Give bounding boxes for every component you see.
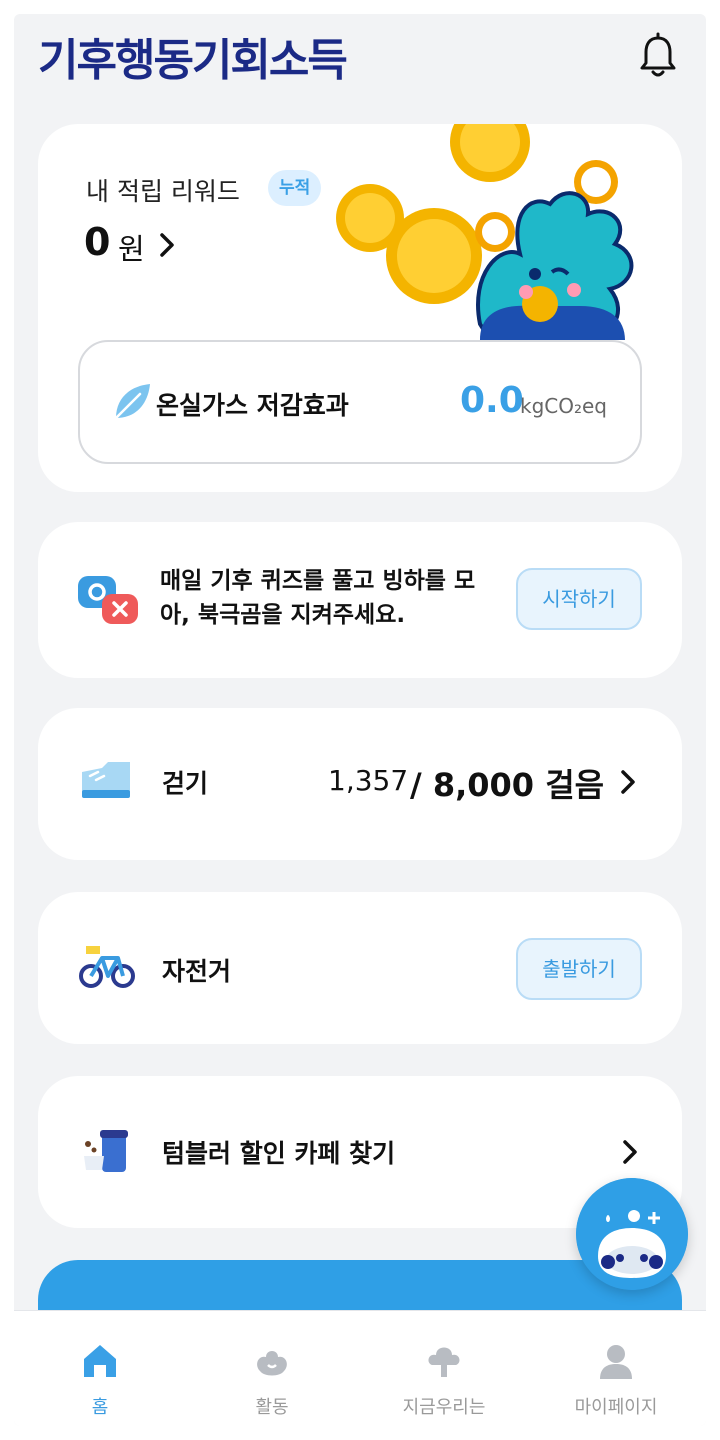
bike-depart-button[interactable]: 출발하기	[516, 938, 642, 1000]
chevron-right-icon[interactable]	[156, 232, 178, 258]
tumbler-cafe-label: 텀블러 할인 카페 찾기	[162, 1139, 396, 1168]
bell-icon[interactable]	[638, 32, 678, 80]
nav-item-activity[interactable]: 활동	[186, 1311, 358, 1426]
app-logo: 기후행동기회소득	[38, 35, 348, 86]
tree-icon	[428, 1347, 460, 1377]
mascot-coins-illustration	[336, 124, 634, 340]
bicycle-icon	[79, 946, 135, 988]
walking-card[interactable]: 걷기 1,357 / 8,000 걸음	[38, 708, 682, 860]
cumulative-badge: 누적	[268, 170, 322, 206]
tumbler-icon	[84, 1130, 128, 1172]
leaf-icon	[114, 384, 150, 420]
nav-label-now: 지금우리는	[402, 1397, 486, 1418]
nav-item-home[interactable]: 홈	[14, 1311, 186, 1426]
reward-card: 내 적립 리워드 누적 0 원 온실가스 저감효과 0.0 kgCO₂eq	[38, 124, 682, 492]
activity-icon	[257, 1351, 287, 1376]
home-icon	[84, 1345, 116, 1377]
nav-label-mypage: 마이페이지	[574, 1397, 658, 1418]
bicycle-label: 자전거	[162, 957, 232, 986]
chevron-right-icon[interactable]	[620, 1138, 640, 1166]
reward-unit[interactable]: 원	[118, 226, 145, 268]
nav-label-home: 홈	[91, 1397, 109, 1418]
current-steps: 1,357	[328, 764, 409, 797]
ghg-reduction-box: 온실가스 저감효과 0.0 kgCO₂eq	[78, 340, 642, 464]
walking-label: 걷기	[162, 769, 209, 798]
reward-amount[interactable]: 0	[84, 220, 110, 264]
app-screen: 기후행동기회소득 내 적립 리워드 누적 0 원 온실가스 저감효과 0.0 k…	[14, 14, 706, 1426]
chevron-right-icon[interactable]	[618, 768, 638, 796]
reward-title: 내 적립 리워드	[86, 177, 240, 206]
app-header: 기후행동기회소득	[14, 14, 706, 110]
nav-item-mypage[interactable]: 마이페이지	[530, 1311, 702, 1426]
ghg-value: 0.0	[460, 380, 524, 421]
ghg-unit: kgCO₂eq	[520, 394, 608, 418]
steps-goal: / 8,000 걸음	[410, 766, 605, 804]
climate-quiz-card: 매일 기후 퀴즈를 풀고 빙하를 모아, 북극곰을 지켜주세요. 시작하기	[38, 522, 682, 678]
chatbot-mascot-icon[interactable]	[576, 1178, 688, 1290]
quiz-start-button[interactable]: 시작하기	[516, 568, 642, 630]
bicycle-card: 자전거 출발하기	[38, 892, 682, 1044]
quiz-ox-icon	[78, 576, 138, 624]
ghg-label: 온실가스 저감효과	[156, 391, 349, 420]
person-icon	[600, 1345, 632, 1379]
quiz-description: 매일 기후 퀴즈를 풀고 빙하를 모아, 북극곰을 지켜주세요.	[160, 568, 476, 628]
nav-label-activity: 활동	[255, 1397, 289, 1418]
nav-item-now[interactable]: 지금우리는	[358, 1311, 530, 1426]
shoe-icon	[82, 762, 130, 798]
bottom-navigation: 홈 활동 지금우리는 마이페이지	[14, 1310, 706, 1426]
